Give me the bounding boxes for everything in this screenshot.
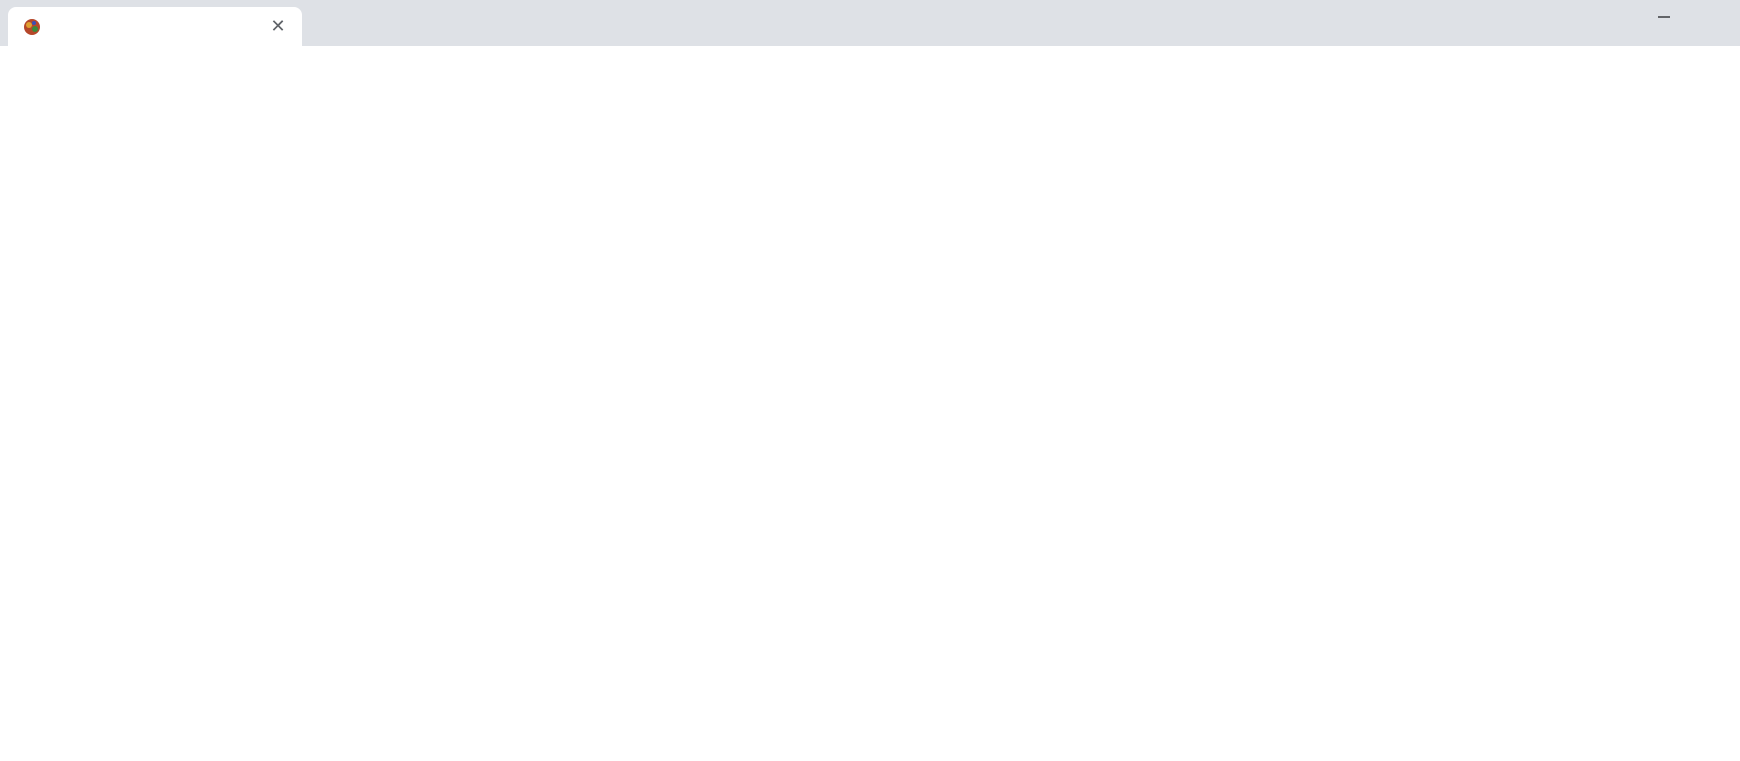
browser-tabstrip: ✕ [0,0,1740,46]
new-tab-button[interactable] [314,10,342,38]
browser-tab[interactable]: ✕ [8,7,302,46]
close-tab-icon[interactable]: ✕ [268,16,288,37]
app-favicon-icon [24,18,40,35]
